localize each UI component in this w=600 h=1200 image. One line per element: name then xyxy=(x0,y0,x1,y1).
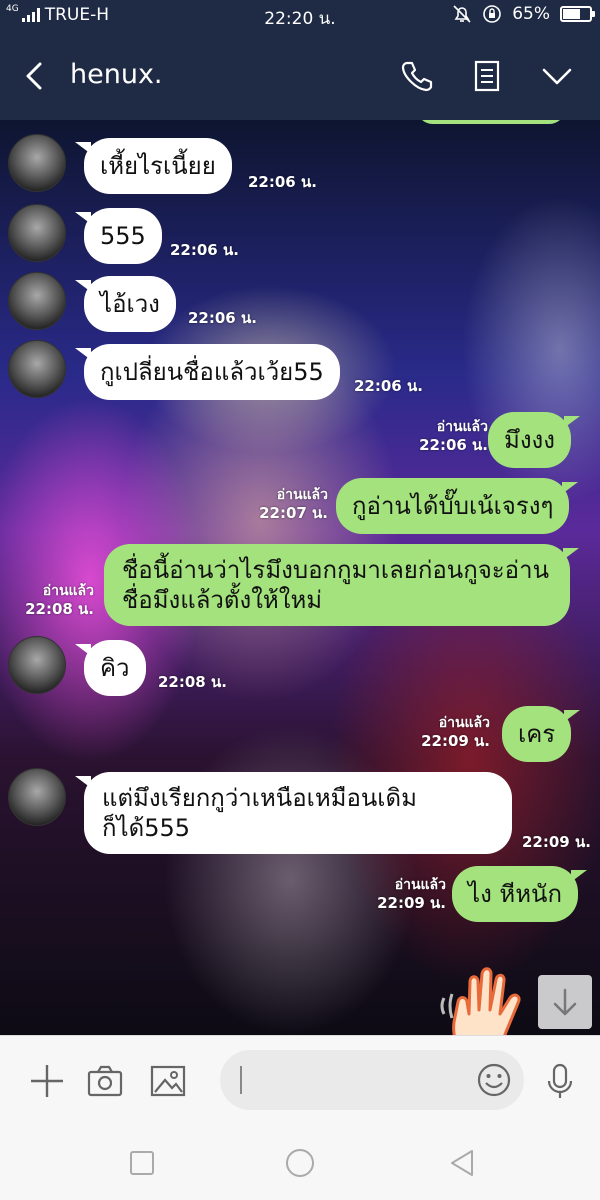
battery-icon xyxy=(560,6,595,22)
recent-apps-icon[interactable] xyxy=(124,1145,160,1181)
message-time: 22:06 น. xyxy=(188,309,257,327)
message-meta: อ่านแล้ว 22:08 น. xyxy=(10,582,94,618)
partial-message-bubble xyxy=(416,120,566,124)
chat-area[interactable]: เหี้ยไรเนี้ยย 22:06 น. 555 22:06 น. ไอ้เ… xyxy=(0,120,600,1035)
message-bubble-outgoing[interactable]: เคร xyxy=(502,706,581,762)
mute-bell-icon xyxy=(453,5,471,23)
chevron-down-icon[interactable] xyxy=(539,58,575,94)
battery-percent: 65% xyxy=(512,4,550,24)
message-meta: อ่านแล้ว 22:06 น. xyxy=(400,418,488,454)
message-text-line: ชื่อนี้อ่านว่าไรมึงบอกกูมาเลยก่อนกูจะอ่า… xyxy=(122,556,549,584)
read-receipt: อ่านแล้ว xyxy=(276,487,328,503)
message-time: 22:09 น. xyxy=(522,833,591,851)
home-icon[interactable] xyxy=(282,1145,318,1181)
read-receipt: อ่านแล้ว xyxy=(438,715,490,731)
message-time: 22:06 น. xyxy=(354,377,423,395)
message-text: กูเปลี่ยนชื่อแล้วเว้ย55 xyxy=(100,358,324,386)
message-text-line: ชื่อมึงแล้วตั้งให้ใหม่ xyxy=(122,586,323,614)
message-bubble-incoming[interactable]: เหี้ยไรเนี้ยย xyxy=(75,138,232,194)
message-time: 22:06 น. xyxy=(170,241,239,259)
message-meta: อ่านแล้ว 22:09 น. xyxy=(414,714,490,750)
plus-icon[interactable] xyxy=(28,1062,66,1100)
chat-header: henux. xyxy=(0,32,600,120)
message-bubble-outgoing[interactable]: กูอ่านได้บั๊บเน้เจรงๆ xyxy=(336,478,579,534)
avatar[interactable] xyxy=(8,134,66,192)
message-text: เหี้ยไรเนี้ยย xyxy=(100,152,216,180)
message-time: 22:07 น. xyxy=(259,504,328,522)
message-text-line: แต่มึงเรียกกูว่าเหนือเหมือนเดิม xyxy=(102,784,417,812)
message-time: 22:09 น. xyxy=(421,732,490,750)
status-icons: 65% xyxy=(452,4,595,24)
waving-hand-icon[interactable] xyxy=(436,958,546,1035)
message-bubble-outgoing[interactable]: ชื่อนี้อ่านว่าไรมึงบอกกูมาเลยก่อนกูจะอ่า… xyxy=(104,544,579,626)
message-meta: อ่านแล้ว 22:09 น. xyxy=(364,876,446,912)
message-time: 22:06 น. xyxy=(419,436,488,454)
message-text: คิว xyxy=(100,654,130,682)
phone-icon[interactable] xyxy=(398,58,434,94)
read-receipt: อ่านแล้ว xyxy=(436,419,488,435)
avatar[interactable] xyxy=(8,636,66,694)
message-time: 22:06 น. xyxy=(248,173,317,191)
avatar[interactable] xyxy=(8,340,66,398)
message-bubble-incoming[interactable]: แต่มึงเรียกกูว่าเหนือเหมือนเดิม ก็ได้555 xyxy=(75,772,512,854)
message-text-line: ก็ได้555 xyxy=(102,814,190,842)
scroll-to-bottom-button[interactable] xyxy=(538,975,592,1029)
message-time: 22:08 น. xyxy=(25,600,94,618)
avatar[interactable] xyxy=(8,272,66,330)
message-input-bar xyxy=(0,1035,600,1125)
read-receipt: อ่านแล้ว xyxy=(394,877,446,893)
message-bubble-incoming[interactable]: ไอ้เวง xyxy=(75,276,176,332)
message-time: 22:09 น. xyxy=(377,894,446,912)
back-arrow-icon[interactable] xyxy=(18,58,52,94)
message-text: มึงงง xyxy=(504,426,555,454)
message-text: กูอ่านได้บั๊บเน้เจรงๆ xyxy=(352,492,554,520)
arrow-down-icon xyxy=(553,988,577,1016)
message-bubble-outgoing[interactable]: ไง หีหนัก xyxy=(452,866,587,922)
message-text: ไง หีหนัก xyxy=(468,880,562,908)
emoji-icon[interactable] xyxy=(476,1062,512,1098)
status-bar: 4G TRUE-H 22:20 น. 65% xyxy=(0,0,600,32)
message-bubble-incoming[interactable]: คิว xyxy=(75,640,146,696)
rotation-lock-icon xyxy=(483,5,502,23)
message-text: ไอ้เวง xyxy=(100,290,160,318)
system-navigation-bar xyxy=(0,1125,600,1200)
message-bubble-incoming[interactable]: กูเปลี่ยนชื่อแล้วเว้ย55 xyxy=(75,344,340,400)
read-receipt: อ่านแล้ว xyxy=(42,583,94,599)
microphone-icon[interactable] xyxy=(541,1062,579,1100)
camera-icon[interactable] xyxy=(86,1062,124,1100)
message-time: 22:08 น. xyxy=(158,673,227,691)
avatar[interactable] xyxy=(8,204,66,262)
message-bubble-incoming[interactable]: 555 xyxy=(75,208,162,264)
message-meta: อ่านแล้ว 22:07 น. xyxy=(244,486,328,522)
message-text: เคร xyxy=(518,720,556,748)
notes-icon[interactable] xyxy=(469,58,505,94)
avatar[interactable] xyxy=(8,768,66,826)
image-icon[interactable] xyxy=(149,1062,187,1100)
text-cursor xyxy=(240,1066,242,1094)
back-icon[interactable] xyxy=(444,1145,480,1181)
message-text: 555 xyxy=(100,222,146,250)
contact-name[interactable]: henux. xyxy=(70,59,163,90)
battery-level xyxy=(563,9,580,19)
message-bubble-outgoing[interactable]: มึงงง xyxy=(488,412,580,468)
